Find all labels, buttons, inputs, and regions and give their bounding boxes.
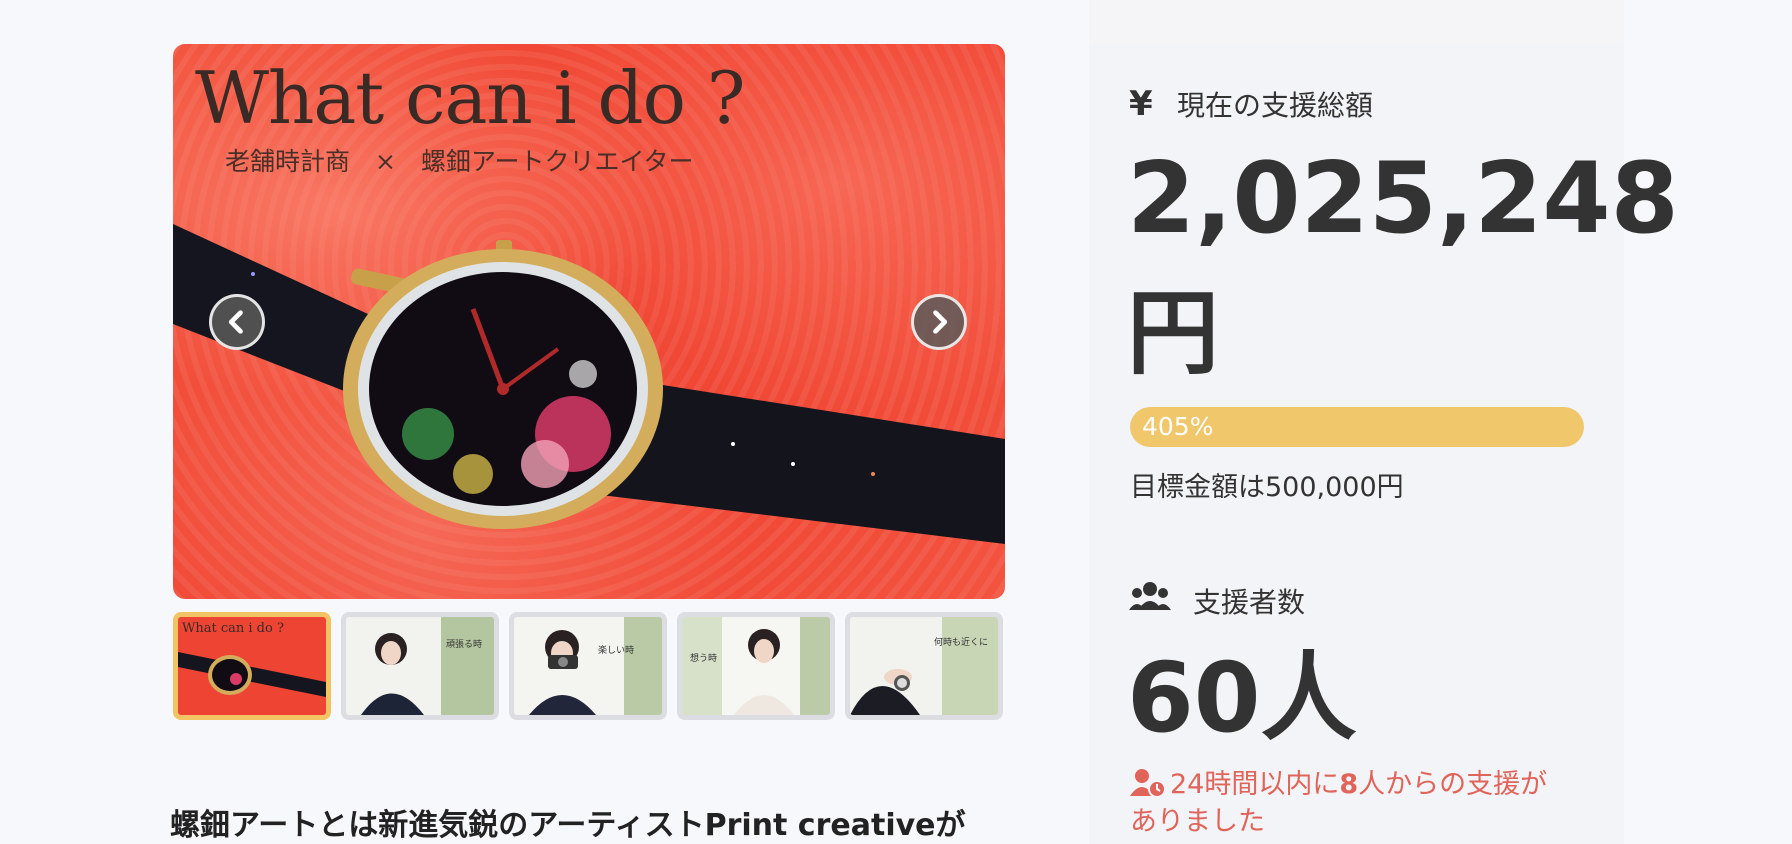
gallery-prev-button[interactable] (209, 294, 265, 350)
panel-top (1089, 0, 1624, 44)
progress-bar: 405% (1130, 407, 1584, 447)
thumbnail-3[interactable]: 楽しい時 (509, 612, 667, 720)
total-unit: 円 (1127, 280, 1220, 387)
recent-prefix: 24時間以内に (1170, 769, 1340, 800)
thumbnail-image: What can i do ? (178, 617, 326, 715)
users-icon (1129, 580, 1193, 622)
thumbnail-image: 頑張る時 (346, 617, 494, 715)
thumbnail-2[interactable]: 頑張る時 (341, 612, 499, 720)
thumbnail-caption: 頑張る時 (446, 639, 482, 650)
chevron-left-icon (228, 310, 243, 334)
total-amount: 2,025,248 (1127, 142, 1679, 256)
gallery-thumbnails: What can i do ? 頑張る時 楽しい時 想う時 何時も近くに (173, 612, 1005, 722)
project-hero-image: What can i do ? 老舗時計商 × 螺鈿アートクリエイター (173, 44, 1005, 599)
thumbnail-image: 何時も近くに (850, 617, 998, 715)
chevron-right-icon (933, 310, 948, 334)
hero-subtitle: 老舗時計商 × 螺鈿アートクリエイター (225, 147, 694, 176)
recent-count: 8 (1339, 769, 1359, 800)
gallery-next-button[interactable] (911, 294, 967, 350)
goal-amount: 目標金額は500,000円 (1130, 472, 1404, 503)
thumbnail-1[interactable]: What can i do ? (173, 612, 331, 720)
total-label-row: ¥ 現在の支援総額 (1129, 84, 1373, 124)
thumbnail-caption: What can i do ? (182, 621, 284, 636)
yen-icon: ¥ (1129, 84, 1153, 124)
thumbnail-image: 想う時 (682, 617, 830, 715)
thumbnail-4[interactable]: 想う時 (677, 612, 835, 720)
thumbnail-caption: 想う時 (690, 652, 717, 664)
backers-label: 支援者数 (1193, 586, 1306, 619)
thumbnail-caption: 楽しい時 (598, 644, 634, 656)
thumbnail-caption: 何時も近くに (934, 636, 988, 648)
hero-title: What can i do ? (195, 56, 745, 140)
user-clock-icon (1130, 768, 1166, 806)
backers-count: 60人 (1127, 642, 1357, 754)
backers-label-row: 支援者数 (1129, 580, 1305, 622)
thumbnail-5[interactable]: 何時も近くに (845, 612, 1003, 720)
thumbnail-image: 楽しい時 (514, 617, 662, 715)
total-label: 現在の支援総額 (1177, 89, 1374, 122)
progress-label: 405% (1142, 412, 1214, 441)
description-heading: 螺鈿アートとは新進気鋭のアーティストPrint creativeが (170, 808, 966, 843)
